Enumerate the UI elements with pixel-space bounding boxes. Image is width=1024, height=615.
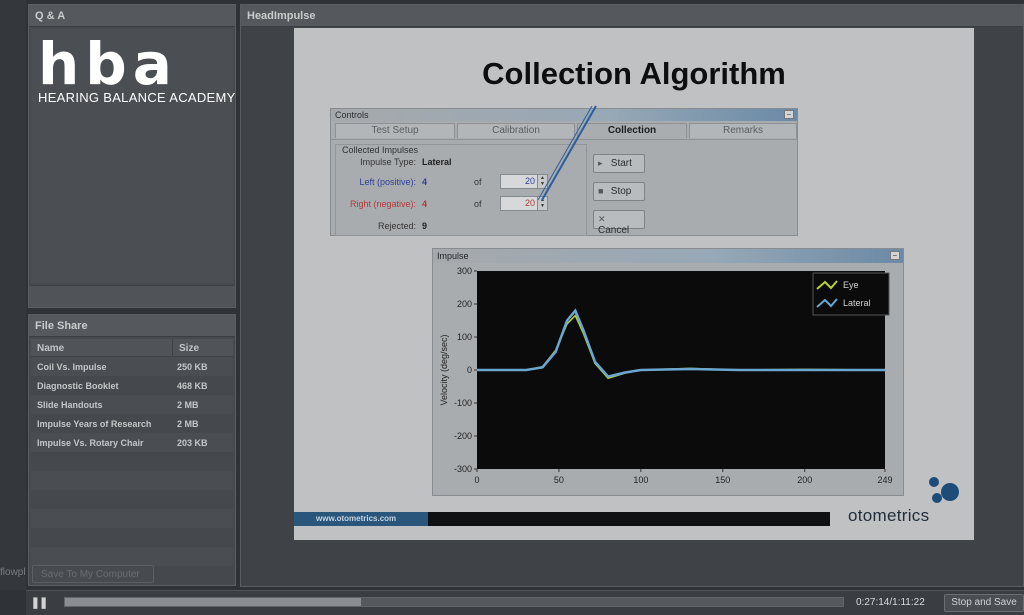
left-count: 4 bbox=[422, 177, 428, 187]
file-size: 2 MB bbox=[177, 400, 199, 410]
file-size: 2 MB bbox=[177, 419, 199, 429]
close-icon: ✕ bbox=[598, 214, 606, 224]
group-label: Collected Impulses bbox=[340, 145, 421, 155]
progress-fill bbox=[65, 598, 361, 606]
file-name: Impulse Vs. Rotary Chair bbox=[37, 438, 144, 448]
impulse-title: Impulse bbox=[437, 251, 469, 261]
of-label: of bbox=[474, 199, 482, 209]
playback-time: 0:27:14/1:11:22 bbox=[856, 597, 925, 608]
file-name: Diagnostic Booklet bbox=[37, 381, 119, 391]
empty-row bbox=[31, 547, 233, 566]
file-size: 468 KB bbox=[177, 381, 208, 391]
controls-title: Controls bbox=[335, 110, 369, 120]
file-rows: Coil Vs. Impulse 250 KB Diagnostic Booklet… bbox=[31, 357, 233, 585]
left-edge-strip bbox=[0, 0, 26, 590]
stop-and-save-button[interactable]: Stop and Save bbox=[944, 594, 1024, 612]
right-negative-label: Right (negative): bbox=[349, 199, 416, 209]
player-bar: ❚❚ 0:27:14/1:11:22 Stop and Save bbox=[26, 590, 1024, 615]
website-label: www.otometrics.com bbox=[294, 512, 428, 526]
progress-bar[interactable] bbox=[64, 597, 844, 607]
empty-row bbox=[31, 509, 233, 528]
legend-label: Eye bbox=[843, 280, 859, 290]
cancel-label: Cancel bbox=[598, 225, 630, 236]
stop-icon: ■ bbox=[598, 186, 604, 196]
main-panel-title: HeadImpulse bbox=[241, 5, 1023, 27]
otometrics-logo: otometrics bbox=[848, 506, 930, 525]
tab-remarks[interactable]: Remarks bbox=[689, 123, 797, 138]
empty-row bbox=[31, 528, 233, 547]
y-tick-label: 100 bbox=[457, 332, 472, 342]
file-name: Coil Vs. Impulse bbox=[37, 362, 107, 372]
empty-row bbox=[31, 452, 233, 471]
x-tick-label: 50 bbox=[554, 475, 564, 485]
x-tick-label: 200 bbox=[797, 475, 812, 485]
empty-row bbox=[31, 490, 233, 509]
impulse-window: Impulse – 300 200 100 0 -100 -200 -300 0 50 100 15… bbox=[432, 248, 904, 496]
file-row[interactable]: Impulse Years of Research 2 MB bbox=[31, 414, 233, 433]
impulse-type-value: Lateral bbox=[422, 157, 452, 167]
of-label: of bbox=[474, 177, 482, 187]
y-tick-label: -300 bbox=[454, 464, 472, 474]
start-button[interactable]: ▸ Start bbox=[593, 154, 645, 173]
right-count: 4 bbox=[422, 199, 428, 209]
column-name-header[interactable]: Name bbox=[31, 339, 173, 356]
hba-logo: hba HEARING BALANCE ACADEMY bbox=[38, 30, 254, 105]
x-tick-label: 249 bbox=[877, 475, 892, 485]
slide-title: Collection Algorithm bbox=[482, 56, 786, 91]
save-to-computer-button[interactable]: Save To My Computer bbox=[32, 565, 154, 583]
file-share-panel: File Share Name Size Coil Vs. Impulse 250… bbox=[28, 314, 236, 586]
column-size-header[interactable]: Size bbox=[173, 339, 205, 356]
play-icon: ▸ bbox=[598, 158, 603, 168]
file-share-title: File Share bbox=[29, 315, 235, 337]
file-size: 250 KB bbox=[177, 362, 208, 372]
file-row[interactable]: Diagnostic Booklet 468 KB bbox=[31, 376, 233, 395]
tab-test-setup[interactable]: Test Setup bbox=[335, 123, 455, 138]
x-tick-label: 100 bbox=[633, 475, 648, 485]
right-total-value: 20 bbox=[524, 198, 535, 208]
left-total-value: 20 bbox=[524, 176, 535, 186]
flowplayer-text: flowpl bbox=[0, 567, 26, 578]
impulse-type-label: Impulse Type: bbox=[360, 157, 416, 167]
left-positive-label: Left (positive): bbox=[359, 177, 416, 187]
y-tick-label: 300 bbox=[457, 266, 472, 276]
minimize-icon[interactable]: – bbox=[890, 251, 900, 260]
impulse-title-bar: Impulse – bbox=[433, 249, 903, 263]
file-name: Slide Handouts bbox=[37, 400, 103, 410]
cancel-button[interactable]: ✕ Cancel bbox=[593, 210, 645, 236]
minimize-icon[interactable]: – bbox=[784, 110, 794, 119]
qa-panel-title: Q & A bbox=[29, 5, 235, 27]
x-tick-label: 150 bbox=[715, 475, 730, 485]
y-tick-label: 200 bbox=[457, 299, 472, 309]
annotation-arrow bbox=[538, 105, 597, 201]
file-size: 203 KB bbox=[177, 438, 208, 448]
rejected-value: 9 bbox=[422, 221, 428, 231]
y-tick-label: 0 bbox=[467, 365, 472, 375]
y-axis-label: Velocity (deg/sec) bbox=[439, 334, 449, 405]
start-label: Start bbox=[610, 158, 632, 169]
file-row[interactable]: Coil Vs. Impulse 250 KB bbox=[31, 357, 233, 376]
stop-label: Stop bbox=[610, 186, 632, 197]
qa-input-bar[interactable] bbox=[29, 285, 235, 307]
y-tick-label: -200 bbox=[454, 431, 472, 441]
file-row[interactable]: Impulse Vs. Rotary Chair 203 KB bbox=[31, 433, 233, 452]
file-name: Impulse Years of Research bbox=[37, 419, 152, 429]
pause-icon[interactable]: ❚❚ bbox=[28, 594, 50, 612]
x-tick-label: 0 bbox=[474, 475, 479, 485]
footer-bar: www.otometrics.com bbox=[294, 512, 830, 526]
rejected-label: Rejected: bbox=[377, 221, 416, 231]
legend-label: Lateral bbox=[843, 298, 871, 308]
impulse-chart: 3002001000-100-200-3000 50 100 150 200 249Vel… bbox=[439, 266, 893, 485]
file-row[interactable]: Slide Handouts 2 MB bbox=[31, 395, 233, 414]
stop-button[interactable]: ■ Stop bbox=[593, 182, 645, 201]
empty-row bbox=[31, 471, 233, 490]
presentation-slide: Collection Algorithm Controls – Test Set… bbox=[294, 28, 974, 540]
file-table-header: Name Size bbox=[31, 339, 233, 357]
logo-subtitle: HEARING BALANCE ACADEMY bbox=[38, 90, 236, 105]
otometrics-mark-icon bbox=[929, 477, 959, 503]
logo-wordmark: hba bbox=[38, 30, 178, 98]
y-tick-label: -100 bbox=[454, 398, 472, 408]
file-table: Name Size Coil Vs. Impulse 250 KB Diagnost… bbox=[31, 339, 233, 585]
